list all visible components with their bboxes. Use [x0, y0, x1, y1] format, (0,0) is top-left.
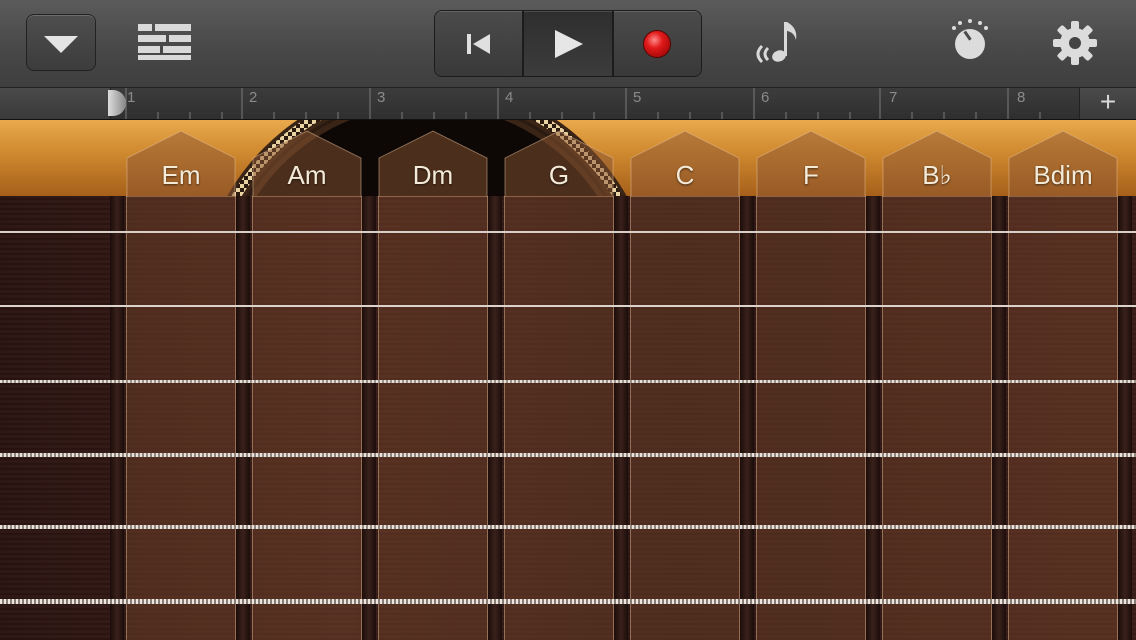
chord-strip-c[interactable]	[630, 196, 740, 640]
chord-strip-bdim[interactable]	[1008, 196, 1118, 640]
metronome-icon[interactable]	[948, 18, 992, 64]
guitar-string-5[interactable]	[0, 525, 1136, 529]
guitar-string-2[interactable]	[0, 305, 1136, 307]
fret-wire	[488, 196, 502, 640]
fret-wire	[740, 196, 754, 640]
fret-wire	[992, 196, 1006, 640]
guitar-string-3[interactable]	[0, 380, 1136, 383]
ruler-bar-number: 2	[249, 89, 258, 106]
ruler-bar-number: 1	[127, 89, 136, 106]
chord-label[interactable]: B♭	[882, 160, 992, 191]
guitar-string-1[interactable]	[0, 231, 1136, 233]
add-section-button[interactable]: +	[1079, 88, 1136, 119]
musical-note-icon[interactable]	[752, 18, 804, 68]
ruler-header	[0, 88, 111, 119]
fret-wire	[362, 196, 376, 640]
chord-strip-f[interactable]	[756, 196, 866, 640]
fret-wire	[614, 196, 628, 640]
chord-label[interactable]: Bdim	[1008, 160, 1118, 191]
record-icon	[644, 30, 671, 57]
chord-label[interactable]: C	[630, 160, 740, 191]
fret-wire	[1118, 196, 1132, 640]
record-button[interactable]	[613, 11, 701, 76]
gear-icon[interactable]	[1052, 20, 1098, 66]
chord-strip-em[interactable]	[126, 196, 236, 640]
fret-wire	[866, 196, 880, 640]
play-icon	[554, 29, 583, 58]
chord-strip-bflat[interactable]	[882, 196, 992, 640]
guitar-string-4[interactable]	[0, 453, 1136, 457]
chord-label[interactable]: Em	[126, 160, 236, 191]
chord-strip-am[interactable]	[252, 196, 362, 640]
chord-label[interactable]: G	[504, 160, 614, 191]
chord-strip-g[interactable]	[504, 196, 614, 640]
ruler-bar-number: 8	[1017, 89, 1026, 106]
fret-wire	[236, 196, 250, 640]
triangle-down-icon	[44, 36, 78, 53]
chord-strip-dm[interactable]	[378, 196, 488, 640]
skip-to-start-icon	[466, 33, 490, 54]
guitar-string-6[interactable]	[0, 599, 1136, 604]
chord-label[interactable]: Dm	[378, 160, 488, 191]
play-button[interactable]	[524, 11, 614, 76]
top-toolbar	[0, 0, 1136, 88]
timeline-ruler[interactable]: 1 2 3 4 5 6 7 8 +	[0, 88, 1136, 120]
chord-label[interactable]: Am	[252, 160, 362, 191]
ruler-bar-number: 5	[633, 89, 642, 106]
go-to-beginning-button[interactable]	[435, 11, 525, 76]
chord-label[interactable]: F	[756, 160, 866, 191]
ruler-bar-number: 3	[377, 89, 386, 106]
ruler-bar-number: 4	[505, 89, 514, 106]
tracks-view-icon[interactable]	[136, 22, 194, 62]
my-songs-dropdown-button[interactable]	[26, 14, 96, 71]
transport-controls	[434, 10, 702, 77]
fret-wire	[110, 196, 124, 640]
ruler-bar-number: 7	[889, 89, 898, 106]
ruler-bar-number: 6	[761, 89, 770, 106]
